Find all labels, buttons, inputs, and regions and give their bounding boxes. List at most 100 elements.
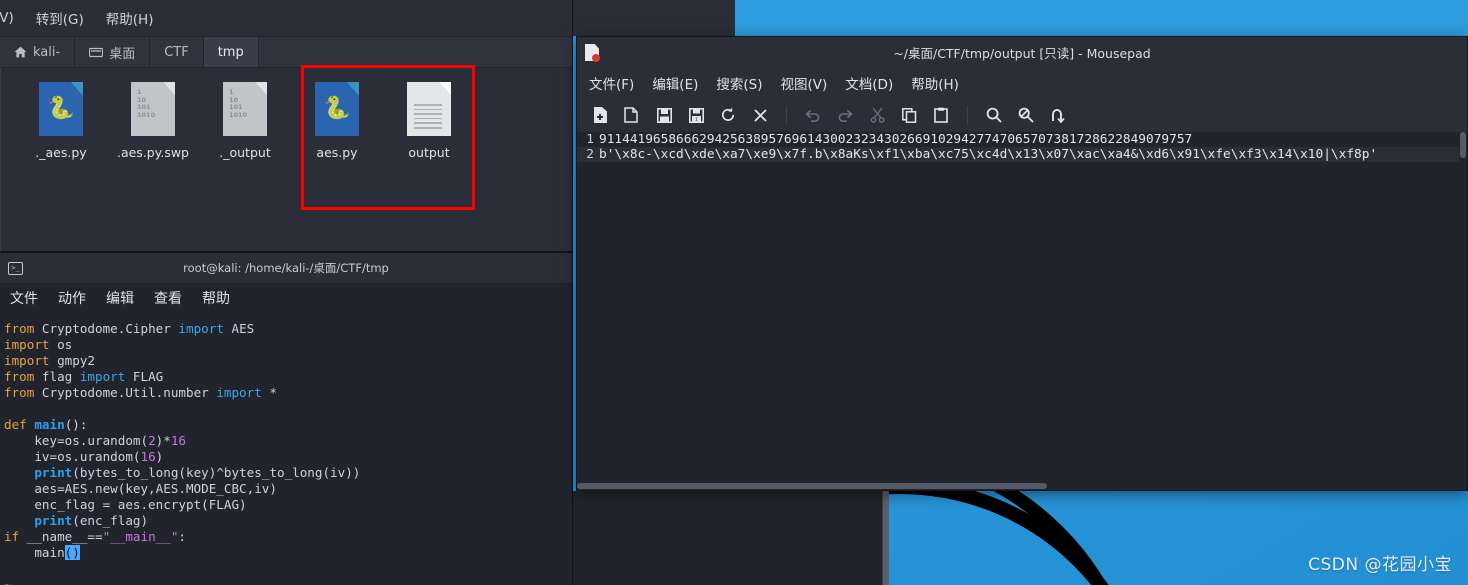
terminal-code-line: key=os.urandom(2)*16 [0,433,572,449]
scrollbar-thumb[interactable] [577,483,1047,489]
code-token: iv=os.urandom( [4,449,141,464]
folder-icon [89,47,104,58]
file-manager-menubar: (V) 转到(G) 帮助(H) [0,0,572,36]
terminal-code-line [0,561,572,577]
code-token: import [79,369,133,384]
list-item[interactable]: 🐍 aes.py [291,82,383,160]
terminal-code-line: from Cryptodome.Cipher import AES [0,321,572,337]
line-text: 9114419658666294256389576961430023234302… [599,132,1193,147]
terminal-code-line: def main(): [0,417,572,433]
mousepad-menu-search[interactable]: 搜索(S) [716,73,762,93]
file-label: aes.py [316,145,358,160]
terminal-icon: >_ [8,261,23,275]
editor-line: 1 91144196586662942563895769614300232343… [577,132,1467,147]
code-token: (enc_flag) [72,513,149,528]
code-token: main [34,417,65,432]
python-file-icon: 🐍 [315,82,359,136]
list-item[interactable]: 1 10 101 1010 ._output [199,82,291,160]
breadcrumb-item-tmp[interactable]: tmp [203,37,259,67]
editor-vertical-scrollbar[interactable] [1459,132,1467,490]
terminal-code-line: if __name__=="__main__": [0,529,572,545]
code-token: (): [64,417,88,432]
go-to-line-icon[interactable] [1045,102,1071,128]
terminal-code-line: from flag import FLAG [0,369,572,385]
paste-icon[interactable] [928,102,954,128]
code-token: import [4,337,58,352]
terminal-screen[interactable]: from Cryptodome.Cipher import AES import … [0,313,572,585]
toolbar-separator [786,106,787,124]
home-icon [14,46,27,58]
text-file-icon [407,82,451,136]
code-token: ) [155,449,164,464]
mousepad-menu-help[interactable]: 帮助(H) [911,73,959,93]
code-token: main [4,545,65,560]
cut-icon[interactable] [864,102,890,128]
terminal-code-line: enc_flag = aes.encrypt(FLAG) [0,497,572,513]
terminal-menu-view[interactable]: 查看 [154,288,182,308]
code-token: Cryptodome.Cipher [41,321,179,336]
mousepad-menu-file[interactable]: 文件(F) [589,73,634,93]
window-edge-line [883,491,889,585]
list-item[interactable]: 🐍 ._aes.py [15,82,107,160]
breadcrumb-item-home[interactable]: kali- [0,37,76,67]
terminal-code-line: ~ [0,577,572,585]
line-number: 1 [586,132,594,147]
open-file-icon[interactable] [619,102,645,128]
fm-menu-go[interactable]: 转到(G) [36,8,84,28]
terminal-titlebar: >_ root@kali: /home/kali-/桌面/CTF/tmp [0,253,572,283]
editor-horizontal-scrollbar[interactable] [577,482,1467,490]
terminal-menu-edit[interactable]: 编辑 [106,288,134,308]
scrollbar-thumb[interactable] [1460,132,1466,158]
terminal-code-line: iv=os.urandom(16) [0,449,572,465]
breadcrumb-item-desktop[interactable]: 桌面 [75,37,151,67]
code-token: print [34,465,73,480]
mousepad-menu-view[interactable]: 视图(V) [781,73,828,93]
terminal-menu-help[interactable]: 帮助 [202,288,230,308]
code-token: enc_flag = aes.encrypt(FLAG) [4,497,247,512]
toolbar-separator [967,106,968,124]
find-icon[interactable] [981,102,1007,128]
terminal-menu-actions[interactable]: 动作 [58,288,86,308]
file-manager-content[interactable]: 🐍 ._aes.py 1 10 101 1010 .aes.py.swp 1 10 101… [0,67,572,251]
code-token: gmpy2 [57,353,95,368]
find-replace-icon[interactable] [1013,102,1039,128]
terminal-menubar: 文件 动作 编辑 查看 帮助 [0,283,572,313]
terminal-window: >_ root@kali: /home/kali-/桌面/CTF/tmp 文件 … [0,252,573,585]
code-token: ~ [4,577,12,585]
code-token: def [4,417,35,432]
mousepad-menu-document[interactable]: 文档(D) [845,73,893,93]
undo-icon[interactable] [800,102,826,128]
mousepad-editor[interactable]: 1 91144196586662942563895769614300232343… [577,132,1467,490]
file-label: ._aes.py [35,145,87,160]
terminal-code-line: import gmpy2 [0,353,572,369]
terminal-code-line: aes=AES.new(key,AES.MODE_CBC,iv) [0,481,572,497]
redo-icon[interactable] [832,102,858,128]
reload-icon[interactable] [715,102,741,128]
breadcrumb-empty [259,37,572,67]
terminal-menu-file[interactable]: 文件 [10,288,38,308]
copy-icon[interactable] [896,102,922,128]
list-item[interactable]: output [383,82,475,160]
close-icon[interactable] [747,102,773,128]
code-token: import [216,385,270,400]
mousepad-menu-edit[interactable]: 编辑(E) [652,73,698,93]
breadcrumb-item-ctf[interactable]: CTF [150,37,204,67]
new-file-icon[interactable] [587,102,613,128]
fm-menu-help[interactable]: 帮助(H) [106,8,154,28]
screen: (V) 转到(G) 帮助(H) kali- 桌面 CTF tmp [0,0,1468,585]
file-icon-grid: 🐍 ._aes.py 1 10 101 1010 .aes.py.swp 1 10 101… [1,68,572,160]
code-token: from [4,369,42,384]
save-icon[interactable] [651,102,677,128]
svg-text:I: I [694,117,697,123]
save-as-icon[interactable]: I [683,102,709,128]
list-item[interactable]: 1 10 101 1010 .aes.py.swp [107,82,199,160]
code-token: os [57,337,73,352]
mousepad-title: ~/桌面/CTF/tmp/output [只读] - Mousepad [893,46,1151,61]
terminal-code-line: print(bytes_to_long(key)^bytes_to_long(i… [0,465,572,481]
binary-file-icon: 1 10 101 1010 [223,82,267,136]
line-number: 2 [586,147,594,162]
fm-menu-view[interactable]: (V) [0,10,14,26]
breadcrumb-label: CTF [164,44,189,60]
